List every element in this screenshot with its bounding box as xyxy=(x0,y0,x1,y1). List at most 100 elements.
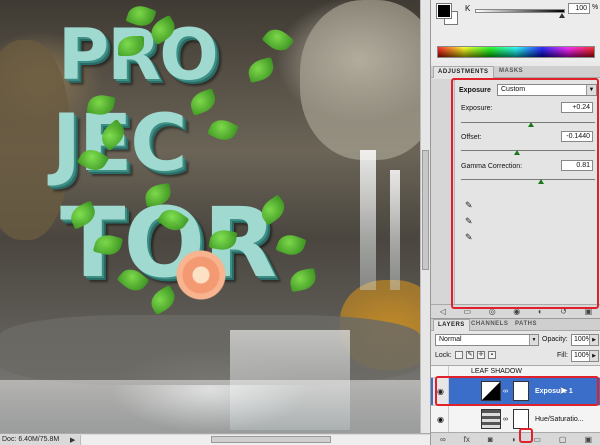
layers-footer: ∞ fx ◙ ◑ ▭ ▢ ▣ xyxy=(431,432,600,445)
color-panel: K 100 % xyxy=(431,0,600,62)
gamma-slider-knob[interactable] xyxy=(538,179,545,184)
layer-row-leaf-shadow[interactable]: LEAF SHADOW xyxy=(431,366,600,378)
link-icon[interactable]: ∞ xyxy=(503,416,508,423)
preset-value: Custom xyxy=(501,86,526,93)
adjustment-thumbnail-icon[interactable] xyxy=(481,409,501,429)
adjustments-tab-bar: ADJUSTMENTS MASKS xyxy=(431,66,600,78)
chevron-down-icon[interactable]: ▼ xyxy=(586,85,596,95)
layer-name[interactable]: Hue/Saturatio... xyxy=(535,416,584,423)
adjustments-footer: ◁ ▭ ◎ ◉ ◐ ↺ ▣ xyxy=(431,304,600,318)
orange-flower xyxy=(172,250,230,300)
adjustment-type-label: Exposure xyxy=(459,87,491,94)
tab-layers[interactable]: LAYERS xyxy=(433,319,470,331)
return-to-list-icon[interactable]: ◁ xyxy=(440,307,446,316)
channel-slider[interactable] xyxy=(475,9,565,13)
exposure-slider-knob[interactable] xyxy=(527,122,534,127)
chevron-right-icon[interactable]: ▶ xyxy=(589,351,598,361)
document-canvas-area[interactable]: PRO JEC TOR Doc: 6.40M/75.8M ▶ xyxy=(0,0,430,445)
white-point-eyedropper-icon[interactable]: ✎ xyxy=(465,233,474,242)
lock-position-icon[interactable]: ✛ xyxy=(477,351,485,359)
link-icon[interactable]: ∞ xyxy=(503,388,508,395)
mouse-cursor-icon: ➤ xyxy=(559,385,569,397)
right-panels: K 100 % ADJUSTMENTS MASKS Exposure Custo… xyxy=(430,0,600,445)
link-layers-icon[interactable]: ∞ xyxy=(440,435,446,444)
gamma-slider[interactable] xyxy=(461,179,595,180)
lock-transparency-icon[interactable] xyxy=(455,351,463,359)
status-bar: Doc: 6.40M/75.8M ▶ xyxy=(0,433,430,445)
visibility-icon[interactable]: ◉ xyxy=(513,307,520,316)
reset-icon[interactable]: ↺ xyxy=(560,307,567,316)
channel-value-field[interactable]: 100 xyxy=(568,3,590,14)
status-menu-arrow-icon[interactable]: ▶ xyxy=(70,436,80,444)
lock-image-icon[interactable]: ✎ xyxy=(466,351,474,359)
scroll-thumb[interactable] xyxy=(422,150,429,270)
rock xyxy=(300,0,420,160)
adjustments-panel: ADJUSTMENTS MASKS Exposure Custom ▼ Expo… xyxy=(431,66,600,318)
trash-icon[interactable]: ▣ xyxy=(585,307,593,316)
layers-tab-bar: LAYERS CHANNELS PATHS xyxy=(431,319,600,331)
clip-to-layer-icon[interactable]: ◎ xyxy=(489,307,496,316)
layers-panel: LAYERS CHANNELS PATHS Normal ▼ Opacity: … xyxy=(431,318,600,445)
exposure-controls: Exposure Custom ▼ Exposure: +0.24 Offset… xyxy=(431,79,600,304)
tab-channels[interactable]: CHANNELS xyxy=(467,319,512,331)
opacity-label: Opacity: xyxy=(542,336,568,343)
eye-icon[interactable]: ◉ xyxy=(433,378,449,405)
gray-point-eyedropper-icon[interactable]: ✎ xyxy=(465,217,474,226)
layer-style-icon[interactable]: fx xyxy=(464,435,470,444)
tab-masks[interactable]: MASKS xyxy=(495,66,527,78)
water-pool xyxy=(0,380,420,433)
scroll-thumb[interactable] xyxy=(211,435,331,443)
adjustment-thumbnail-icon[interactable] xyxy=(481,381,501,401)
foreground-color-swatch[interactable] xyxy=(436,3,452,19)
ivy-leaf xyxy=(275,231,307,259)
gamma-value-field[interactable]: 0.81 xyxy=(561,160,593,171)
artwork-image[interactable]: PRO JEC TOR xyxy=(0,0,420,433)
trash-icon[interactable]: ▣ xyxy=(584,435,592,444)
layer-mask-thumbnail[interactable] xyxy=(513,409,529,429)
letters-row-1: PRO xyxy=(58,14,219,96)
canvas-horizontal-scrollbar[interactable] xyxy=(80,434,430,445)
waterfall xyxy=(360,150,376,290)
preset-dropdown[interactable]: Custom ▼ xyxy=(497,84,597,96)
offset-slider[interactable] xyxy=(461,150,595,151)
chevron-right-icon[interactable]: ▶ xyxy=(589,335,598,345)
tab-adjustments[interactable]: ADJUSTMENTS xyxy=(433,66,494,78)
chevron-down-icon[interactable]: ▼ xyxy=(529,335,538,345)
view-previous-icon[interactable]: ◐ xyxy=(538,307,543,316)
document-size-info[interactable]: Doc: 6.40M/75.8M xyxy=(0,436,70,443)
ivy-leaf xyxy=(206,115,240,145)
slider-knob-icon[interactable] xyxy=(559,13,565,18)
eye-icon[interactable] xyxy=(433,366,449,377)
color-ramp[interactable] xyxy=(437,46,595,58)
offset-slider-knob[interactable] xyxy=(514,150,521,155)
layer-row-hue-saturation[interactable]: ◉ ∞ Hue/Saturatio... xyxy=(431,406,600,432)
layer-mask-thumbnail[interactable] xyxy=(513,381,529,401)
ivy-leaf xyxy=(245,56,277,84)
channel-label: K xyxy=(465,4,471,13)
ivy-leaf xyxy=(261,23,295,57)
add-mask-icon[interactable]: ◙ xyxy=(488,435,493,444)
lock-all-icon[interactable]: ▪ xyxy=(488,351,496,359)
offset-label: Offset: xyxy=(461,134,482,141)
channel-unit: % xyxy=(592,4,599,11)
new-layer-icon[interactable]: ▢ xyxy=(559,435,567,444)
opacity-field[interactable]: 100% ▶ xyxy=(571,334,599,346)
layer-list: LEAF SHADOW ◉ ∞ Exposure 1 ◉ ∞ Hue/Satur… xyxy=(431,365,600,432)
lock-label: Lock: xyxy=(435,352,452,359)
gamma-label: Gamma Correction: xyxy=(461,163,523,170)
fill-field[interactable]: 100% ▶ xyxy=(571,350,599,362)
expanded-view-icon[interactable]: ▭ xyxy=(464,307,472,316)
layer-name[interactable]: LEAF SHADOW xyxy=(471,368,522,375)
layer-row-exposure[interactable]: ◉ ∞ Exposure 1 xyxy=(431,378,600,406)
eye-icon[interactable]: ◉ xyxy=(433,406,449,432)
offset-value-field[interactable]: -0.1440 xyxy=(561,131,593,142)
exposure-value-field[interactable]: +0.24 xyxy=(561,102,593,113)
letters-row-2: JEC xyxy=(52,99,188,189)
blend-mode-dropdown[interactable]: Normal ▼ xyxy=(435,334,539,346)
new-adjustment-layer-icon[interactable]: ◑ xyxy=(511,435,516,444)
new-group-icon[interactable]: ▭ xyxy=(533,435,541,444)
ivy-leaf xyxy=(288,267,318,293)
black-point-eyedropper-icon[interactable]: ✎ xyxy=(465,201,474,210)
tab-paths[interactable]: PATHS xyxy=(511,319,541,331)
canvas-vertical-scrollbar[interactable] xyxy=(420,0,430,433)
